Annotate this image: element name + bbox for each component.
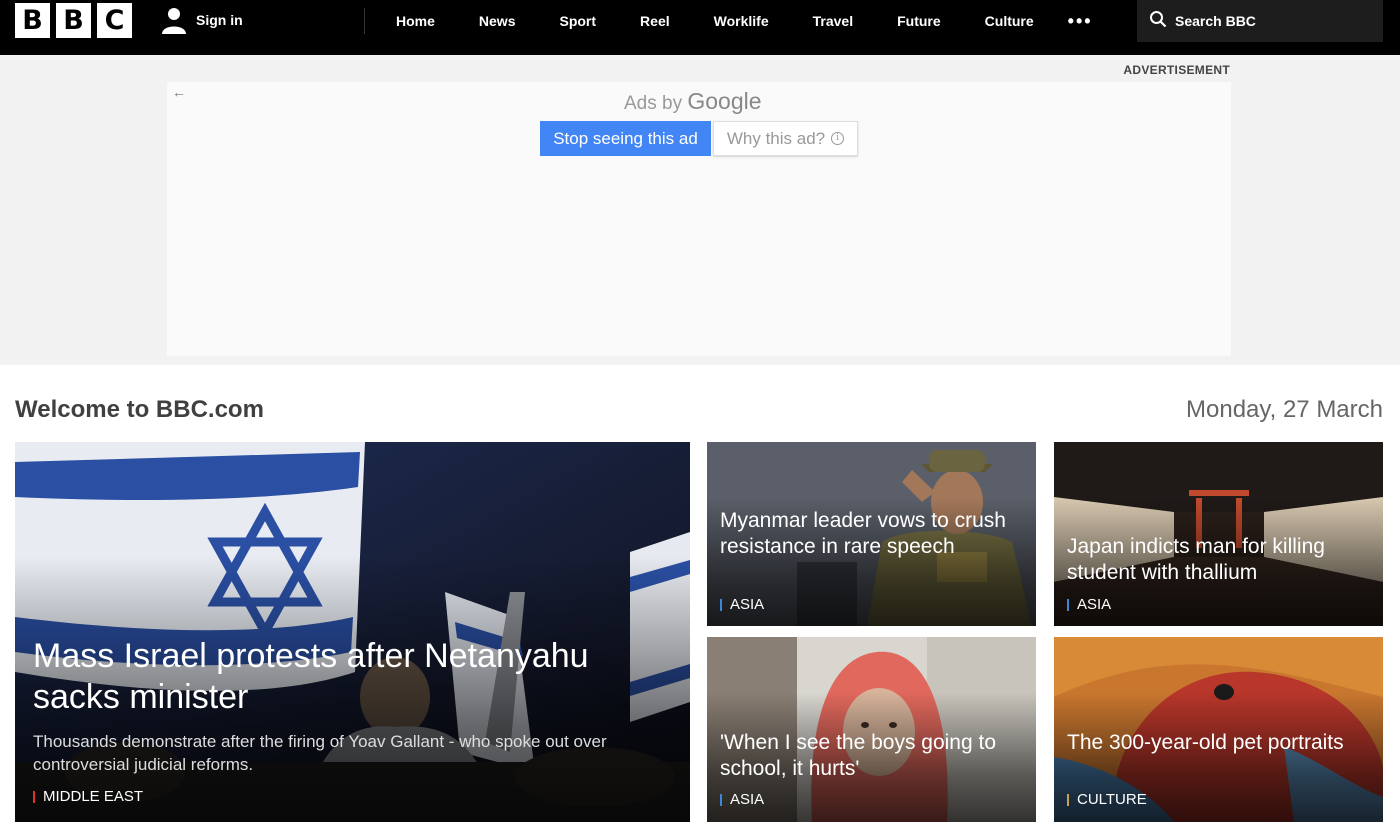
nav-culture[interactable]: Culture — [963, 0, 1056, 42]
section-tag-culture[interactable]: CULTURE — [1067, 791, 1147, 808]
advertisement-zone: ADVERTISEMENT ← Ads by Google Stop seein… — [0, 55, 1400, 365]
back-arrow-icon[interactable]: ← — [172, 84, 186, 100]
sign-in-label: Sign in — [196, 12, 243, 28]
bbc-logo[interactable]: B B C — [15, 3, 132, 38]
nav-sport[interactable]: Sport — [537, 0, 618, 42]
sign-in-link[interactable]: Sign in — [160, 6, 243, 34]
ads-by-prefix: Ads by — [624, 93, 683, 114]
search-box[interactable] — [1137, 0, 1383, 42]
advertisement-label: ADVERTISEMENT — [1123, 63, 1230, 77]
stop-seeing-ad-button[interactable]: Stop seeing this ad — [540, 121, 711, 156]
story-headline[interactable]: The 300-year-old pet portraits — [1067, 730, 1371, 756]
story-card-school[interactable]: 'When I see the boys going to school, it… — [707, 637, 1036, 822]
story-headline[interactable]: 'When I see the boys going to school, it… — [720, 730, 1024, 782]
story-headline[interactable]: Mass Israel protests after Netanyahu sac… — [33, 636, 650, 718]
user-icon — [160, 6, 188, 34]
story-card-pet-portraits[interactable]: The 300-year-old pet portraits CULTURE — [1054, 637, 1383, 822]
story-headline[interactable]: Myanmar leader vows to crush resistance … — [720, 508, 1024, 560]
story-card-japan[interactable]: Japan indicts man for killing student wi… — [1054, 442, 1383, 626]
logo-letter: C — [97, 3, 132, 38]
logo-letter: B — [56, 3, 91, 38]
why-this-ad-button[interactable]: Why this ad? i — [713, 121, 858, 156]
nav-worklife[interactable]: Worklife — [692, 0, 791, 42]
ad-frame: ← Ads by Google Stop seeing this ad Why … — [167, 82, 1231, 356]
section-tag-asia[interactable]: ASIA — [720, 791, 764, 808]
info-icon: i — [831, 132, 845, 145]
page-title: Welcome to BBC.com — [15, 396, 264, 423]
top-navigation-bar: B B C Sign in Home News Sport Reel Workl… — [0, 0, 1400, 55]
section-tag-middle-east[interactable]: MIDDLE EAST — [33, 788, 143, 805]
nav-travel[interactable]: Travel — [791, 0, 875, 42]
search-input[interactable] — [1175, 13, 1375, 29]
section-tag-asia[interactable]: ASIA — [1067, 596, 1111, 613]
nav-reel[interactable]: Reel — [618, 0, 692, 42]
why-this-ad-label: Why this ad? — [726, 128, 826, 148]
main-story-card[interactable]: Mass Israel protests after Netanyahu sac… — [15, 442, 690, 822]
logo-letter: B — [15, 3, 50, 38]
nav-news[interactable]: News — [457, 0, 538, 42]
ads-by-google: Ads by Google — [624, 88, 762, 115]
story-headline[interactable]: Japan indicts man for killing student wi… — [1067, 534, 1371, 586]
search-icon — [1149, 10, 1167, 33]
story-card-myanmar[interactable]: Myanmar leader vows to crush resistance … — [707, 442, 1036, 626]
google-brand: Google — [687, 88, 762, 114]
nav-future[interactable]: Future — [875, 0, 963, 42]
nav-home[interactable]: Home — [374, 0, 457, 42]
story-summary: Thousands demonstrate after the firing o… — [33, 732, 607, 774]
more-menu-button[interactable]: ••• — [1056, 0, 1105, 42]
date-label: Monday, 27 March — [1186, 396, 1383, 423]
main-nav: Home News Sport Reel Worklife Travel Fut… — [374, 0, 1105, 42]
section-tag-asia[interactable]: ASIA — [720, 596, 764, 613]
header-divider — [364, 8, 365, 34]
